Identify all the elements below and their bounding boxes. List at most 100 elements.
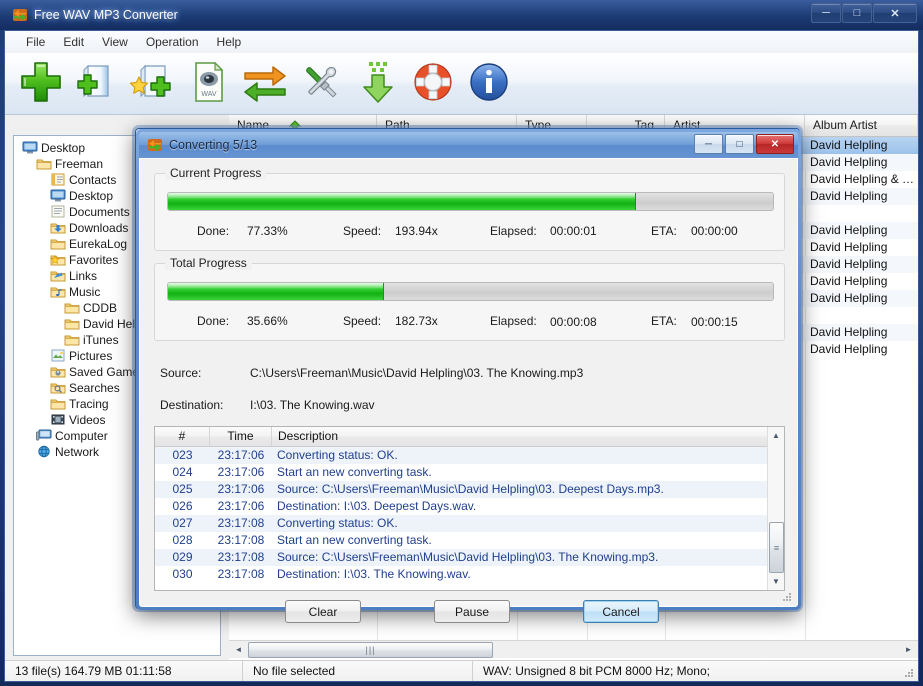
download-button[interactable] — [349, 56, 405, 112]
log-row[interactable]: 024 23:17:06 Start an new converting task. — [155, 464, 769, 481]
desktop-icon — [50, 189, 66, 202]
menu-view[interactable]: View — [93, 33, 137, 51]
log-cell-time: 23:17:08 — [217, 567, 265, 581]
support-button[interactable] — [405, 56, 461, 112]
tree-item-links[interactable]: Links — [46, 268, 97, 284]
log-scroll-thumb[interactable]: ≡ — [769, 522, 784, 573]
log-col-num[interactable]: # — [155, 427, 210, 446]
hscroll-thumb[interactable]: ||| — [248, 642, 493, 658]
tree-item-label: Music — [69, 285, 101, 299]
dialog-resize-grip-icon[interactable] — [781, 591, 793, 603]
cancel-button[interactable]: Cancel — [583, 600, 659, 623]
log-cell-num: 023 — [172, 448, 193, 462]
tree-item-freeman[interactable]: Freeman — [32, 156, 103, 172]
cell-album-artist: David Helpling & … — [810, 172, 915, 186]
log-row[interactable]: 029 23:17:08 Source: C:\Users\Freeman\Musi… — [155, 549, 769, 566]
log-cell-num: 028 — [172, 533, 193, 547]
tree-item-eurekalog[interactable]: EurekaLog — [46, 236, 127, 252]
dialog-close-button[interactable]: ✕ — [756, 134, 794, 154]
tree-item-videos[interactable]: Videos — [46, 412, 105, 428]
tree-item-label: EurekaLog — [69, 237, 128, 251]
minimize-button[interactable]: ─ — [811, 3, 841, 23]
pause-button[interactable]: Pause — [434, 600, 510, 623]
tree-item-favorites[interactable]: Favorites — [46, 252, 118, 268]
log-col-time[interactable]: Time — [210, 427, 272, 446]
tree-item-saved-games[interactable]: Saved Games — [46, 364, 145, 380]
total-eta-value: 00:00:15 — [691, 315, 738, 329]
wav-format-button[interactable]: WAV — [181, 56, 237, 112]
tree-item-contacts[interactable]: Contacts — [46, 172, 116, 188]
cell-album-artist: David Helpling — [810, 189, 888, 203]
dialog-window-controls: ─ □ ✕ — [692, 134, 794, 154]
about-button[interactable] — [461, 56, 517, 112]
tree-item-desktop[interactable]: Desktop — [46, 188, 113, 204]
current-progress-group: Current Progress Done: 77.33% Speed: 193… — [154, 166, 785, 251]
dialog-title: Converting 5/13 — [169, 138, 258, 152]
desktop-icon — [22, 141, 38, 154]
menu-file[interactable]: File — [17, 33, 54, 51]
menu-edit[interactable]: Edit — [54, 33, 93, 51]
convert-button[interactable] — [237, 56, 293, 112]
tree-item-downloads[interactable]: Downloads — [46, 220, 128, 236]
column-header-album-artist[interactable]: Album Artist — [805, 115, 918, 136]
tree-item-itunes[interactable]: iTunes — [60, 332, 119, 348]
log-row[interactable]: 025 23:17:06 Source: C:\Users\Freeman\Musi… — [155, 481, 769, 498]
log-cell-description: Source: C:\Users\Freeman\Music\David Hel… — [277, 550, 659, 564]
log-scroll-down-arrow[interactable]: ▼ — [768, 573, 784, 590]
cell-album-artist: David Helpling — [810, 291, 888, 305]
log-cell-num: 027 — [172, 516, 193, 530]
log-cell-num: 030 — [172, 567, 193, 581]
hscroll-right-arrow[interactable]: ► — [900, 641, 917, 658]
dialog-maximize-button[interactable]: □ — [725, 134, 754, 154]
cell-album-artist: David Helpling — [810, 155, 888, 169]
log-cell-time: 23:17:08 — [217, 516, 265, 530]
current-done-label: Done: — [197, 224, 230, 238]
resize-grip-icon[interactable] — [903, 667, 915, 679]
dialog-minimize-button[interactable]: ─ — [694, 134, 723, 154]
cell-album-artist: David Helpling — [810, 223, 888, 237]
log-cell-num: 024 — [172, 465, 193, 479]
menu-help[interactable]: Help — [208, 33, 251, 51]
menu-operation[interactable]: Operation — [137, 33, 208, 51]
log-scroll-up-arrow[interactable]: ▲ — [768, 427, 784, 444]
tree-item-cddb[interactable]: CDDB — [60, 300, 117, 316]
log-cell-time: 23:17:06 — [217, 482, 265, 496]
tree-item-tracing[interactable]: Tracing — [46, 396, 109, 412]
tree-item-computer[interactable]: Computer — [32, 428, 108, 444]
maximize-button[interactable]: □ — [842, 3, 872, 23]
close-button[interactable]: ✕ — [873, 3, 917, 23]
menu-bar: File Edit View Operation Help — [5, 31, 918, 53]
add-folder-button[interactable] — [69, 56, 125, 112]
log-row[interactable]: 023 23:17:06 Converting status: OK. — [155, 447, 769, 464]
tree-item-desktop[interactable]: Desktop — [18, 140, 85, 156]
log-row[interactable]: 026 23:17:06 Destination: I:\03. Deepest D… — [155, 498, 769, 515]
file-list-hscrollbar[interactable]: ◄ ||| ► — [229, 640, 918, 658]
tree-item-label: Pictures — [69, 349, 113, 363]
toolbar: WAV — [5, 53, 918, 115]
log-cell-num: 026 — [172, 499, 193, 513]
log-vscrollbar[interactable]: ▲ ≡ ▼ — [767, 427, 784, 590]
log-rows[interactable]: 023 23:17:06 Converting status: OK. 024 23:1… — [155, 447, 769, 591]
log-cell-description: Source: C:\Users\Freeman\Music\David Hel… — [277, 482, 664, 496]
log-cell-description: Destination: I:\03. The Knowing.wav. — [277, 567, 471, 581]
add-favorite-folder-button[interactable] — [125, 56, 181, 112]
log-cell-description: Converting status: OK. — [277, 516, 398, 530]
tree-item-network[interactable]: Network — [32, 444, 99, 460]
conversion-log[interactable]: # Time Description 023 23:17:06 Converting… — [154, 426, 785, 591]
log-col-description[interactable]: Description — [272, 427, 769, 446]
add-files-button[interactable] — [13, 56, 69, 112]
log-row[interactable]: 027 23:17:08 Converting status: OK. — [155, 515, 769, 532]
tree-item-pictures[interactable]: Pictures — [46, 348, 112, 364]
log-row[interactable]: 030 23:17:08 Destination: I:\03. The Knowi… — [155, 566, 769, 583]
tree-item-label: Freeman — [55, 157, 104, 171]
log-row[interactable]: 028 23:17:08 Start an new converting task. — [155, 532, 769, 549]
total-elapsed-label: Elapsed: — [490, 314, 537, 328]
settings-button[interactable] — [293, 56, 349, 112]
clear-button[interactable]: Clear — [285, 600, 361, 623]
wav-file-icon: WAV — [187, 59, 231, 108]
tree-item-label: Videos — [69, 413, 106, 427]
tree-item-documents[interactable]: Documents — [46, 204, 130, 220]
hscroll-left-arrow[interactable]: ◄ — [230, 641, 247, 658]
tree-item-searches[interactable]: Searches — [46, 380, 120, 396]
tree-item-music[interactable]: Music — [46, 284, 100, 300]
